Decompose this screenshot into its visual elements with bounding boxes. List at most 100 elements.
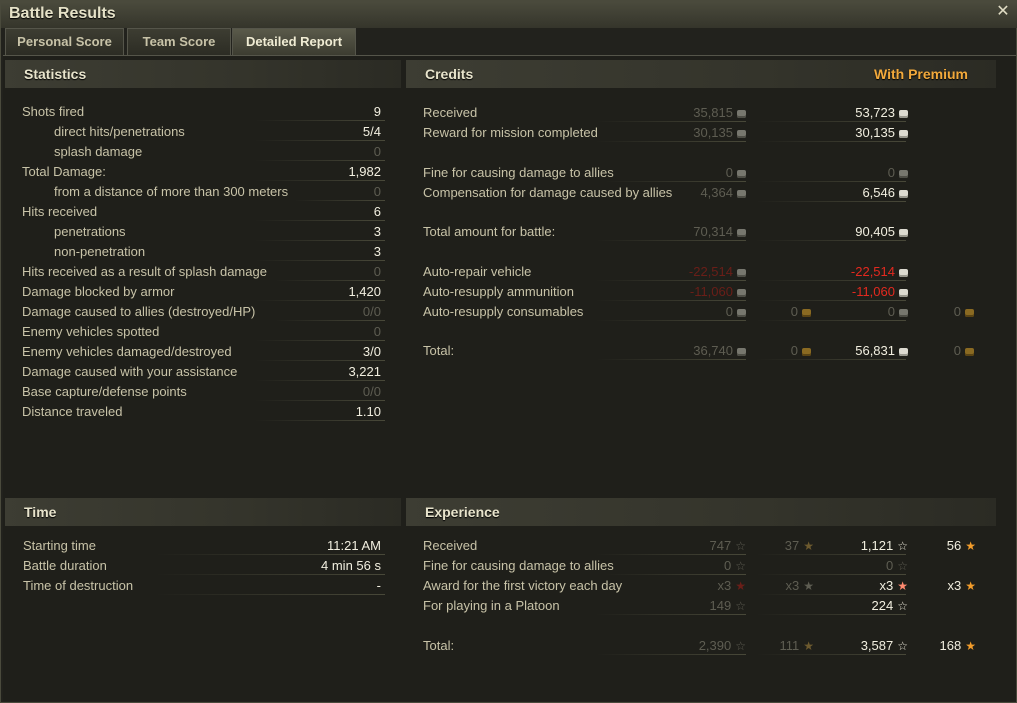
xp-label: Total: bbox=[423, 638, 455, 653]
credit-label: Received bbox=[423, 105, 478, 120]
time-label: Time of destruction bbox=[23, 578, 134, 593]
stat-label: Hits received bbox=[22, 204, 98, 219]
time-row: Time of destruction - bbox=[5, 576, 401, 596]
title-bar: Battle Results ✕ bbox=[1, 1, 1017, 28]
credit-label: Reward for mission completed bbox=[423, 125, 598, 140]
xp-row: Total: 2,390 ☆ 111 ★ 3,587 ☆ 168 ★ bbox=[406, 636, 996, 656]
stat-row: Total Damage: 1,982 bbox=[5, 162, 401, 182]
xp-premium-value: 0 bbox=[886, 558, 894, 573]
gold-base-value: 0 bbox=[790, 304, 798, 319]
free-xp-star-icon: ★ bbox=[803, 579, 814, 593]
free-xp-base-value: x3 bbox=[785, 578, 800, 593]
stat-row: non-penetration 3 bbox=[5, 242, 401, 262]
gold-icon bbox=[965, 308, 974, 317]
xp-star-icon: ☆ bbox=[897, 639, 908, 653]
credit-label: Total amount for battle: bbox=[423, 224, 556, 239]
stat-value: 3 bbox=[373, 244, 381, 259]
credit-icon bbox=[899, 189, 908, 198]
stat-label: Distance traveled bbox=[22, 404, 123, 419]
experience-panel: Experience Received 747 ☆ 37 ★ 1,121 ☆ 56 ★ … bbox=[406, 498, 996, 698]
stat-value: 0 bbox=[373, 144, 381, 159]
statistics-header: Statistics bbox=[5, 60, 401, 88]
credit-base-value: 0 bbox=[725, 165, 733, 180]
xp-base-value: 149 bbox=[709, 598, 732, 613]
credit-premium-value: 53,723 bbox=[855, 105, 895, 120]
xp-label: Fine for causing damage to allies bbox=[423, 558, 614, 573]
stat-row: Enemy vehicles spotted 0 bbox=[5, 322, 401, 342]
free-xp-premium-value: 168 bbox=[939, 638, 962, 653]
stat-label: direct hits/penetrations bbox=[54, 124, 185, 139]
xp-star-icon: ☆ bbox=[735, 539, 746, 553]
xp-star-icon: ★ bbox=[735, 579, 746, 593]
credit-base-value: 70,314 bbox=[693, 224, 733, 239]
free-xp-premium-value: x3 bbox=[947, 578, 962, 593]
credit-icon bbox=[737, 347, 746, 356]
xp-star-icon: ☆ bbox=[897, 599, 908, 613]
credits-header: Credits With Premium bbox=[406, 60, 996, 88]
stat-row: Damage blocked by armor 1,420 bbox=[5, 282, 401, 302]
stat-label: Damage caused with your assistance bbox=[22, 364, 238, 379]
free-xp-star-icon: ★ bbox=[965, 639, 976, 653]
tab-team-score[interactable]: Team Score bbox=[127, 28, 231, 55]
close-icon[interactable]: ✕ bbox=[994, 3, 1012, 21]
credit-label: Auto-resupply consumables bbox=[423, 304, 584, 319]
credits-panel: Credits With Premium Received 35,815 53,… bbox=[406, 60, 996, 490]
credit-label: Auto-resupply ammunition bbox=[423, 284, 575, 299]
credit-row: Auto-resupply ammunition -11,060 -11,060 bbox=[406, 282, 996, 302]
stat-value: 0/0 bbox=[362, 304, 381, 319]
xp-label: Award for the first victory each day bbox=[423, 578, 623, 593]
stat-label: Enemy vehicles damaged/destroyed bbox=[22, 344, 232, 359]
credit-premium-value: 0 bbox=[887, 165, 895, 180]
time-value: 11:21 AM bbox=[327, 538, 381, 553]
free-xp-star-icon: ★ bbox=[803, 539, 814, 553]
credit-icon bbox=[899, 228, 908, 237]
xp-base-value: 747 bbox=[709, 538, 732, 553]
stat-label: splash damage bbox=[54, 144, 143, 159]
stat-row: splash damage 0 bbox=[5, 142, 401, 162]
xp-star-icon: ☆ bbox=[735, 599, 746, 613]
credit-icon bbox=[737, 169, 746, 178]
credit-row: Compensation for damage caused by allies… bbox=[406, 183, 996, 203]
time-value: 4 min 56 s bbox=[321, 558, 381, 573]
xp-star-icon: ★ bbox=[897, 579, 908, 593]
stat-label: Shots fired bbox=[22, 104, 85, 119]
credit-premium-value: 30,135 bbox=[855, 125, 895, 140]
stat-label: Hits received as a result of splash dama… bbox=[22, 264, 267, 279]
experience-header: Experience bbox=[406, 498, 996, 526]
time-label: Starting time bbox=[23, 538, 96, 553]
stat-label: from a distance of more than 300 meters bbox=[54, 184, 289, 199]
tab-detailed-report[interactable]: Detailed Report bbox=[232, 28, 356, 55]
stat-row: Hits received 6 bbox=[5, 202, 401, 222]
stat-value: 0 bbox=[373, 324, 381, 339]
stat-value: 1.10 bbox=[355, 404, 381, 419]
window-title: Battle Results bbox=[9, 5, 116, 22]
credit-premium-value: 0 bbox=[887, 304, 895, 319]
credit-label: Fine for causing damage to allies bbox=[423, 165, 614, 180]
credit-icon bbox=[899, 109, 908, 118]
xp-premium-value: x3 bbox=[879, 578, 894, 593]
stat-value: 6 bbox=[373, 204, 381, 219]
stat-value: 3,221 bbox=[348, 364, 381, 379]
stat-row: Distance traveled 1.10 bbox=[5, 402, 401, 422]
credit-icon bbox=[899, 288, 908, 297]
free-xp-base-value: 37 bbox=[784, 538, 800, 553]
xp-row: Fine for causing damage to allies 0 ☆ 0 ☆ bbox=[406, 556, 996, 576]
tab-personal-score[interactable]: Personal Score bbox=[5, 28, 124, 55]
xp-row: Award for the first victory each day x3 ★… bbox=[406, 576, 996, 596]
credit-row: Auto-repair vehicle -22,514 -22,514 bbox=[406, 262, 996, 282]
credit-icon bbox=[737, 129, 746, 138]
stat-label: non-penetration bbox=[54, 244, 146, 259]
gold-icon bbox=[802, 308, 811, 317]
credit-base-value: 4,364 bbox=[700, 185, 733, 200]
credit-label: Compensation for damage caused by allies bbox=[423, 185, 673, 200]
credit-icon bbox=[899, 169, 908, 178]
credit-base-value: 30,135 bbox=[693, 125, 733, 140]
stat-label: Enemy vehicles spotted bbox=[22, 324, 160, 339]
free-xp-star-icon: ★ bbox=[803, 639, 814, 653]
gold-premium-value: 0 bbox=[953, 304, 961, 319]
credit-base-value: 35,815 bbox=[693, 105, 733, 120]
xp-star-icon: ☆ bbox=[897, 539, 908, 553]
credit-base-value: -22,514 bbox=[688, 264, 733, 279]
statistics-panel: Statistics Shots fired 9 direct hits/pen… bbox=[5, 60, 401, 490]
stat-row: from a distance of more than 300 meters … bbox=[5, 182, 401, 202]
